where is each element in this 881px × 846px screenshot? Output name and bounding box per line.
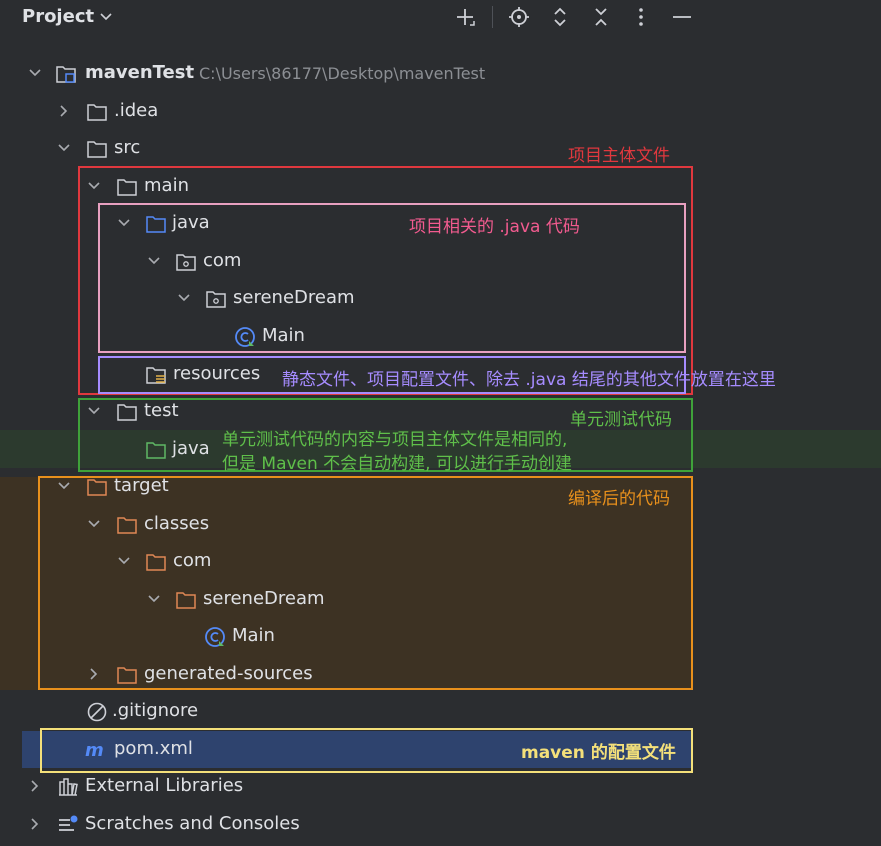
tree-label: .gitignore	[112, 700, 199, 721]
tree-label: src	[114, 137, 141, 158]
java-code-annotation-box	[98, 203, 686, 353]
tree-row-src[interactable]: src	[0, 130, 881, 167]
tree-label: .idea	[114, 100, 159, 121]
tree-row-external-libraries[interactable]: External Libraries	[0, 768, 881, 805]
unit-test-annotation: 单元测试代码	[570, 410, 672, 430]
add-icon[interactable]	[452, 4, 478, 30]
chevron-right-icon[interactable]	[27, 778, 43, 794]
chevron-right-icon[interactable]	[27, 816, 43, 832]
tree-row-scratches[interactable]: Scratches and Consoles	[0, 806, 881, 843]
main-body-annotation: 项目主体文件	[568, 146, 670, 166]
more-options-icon[interactable]	[628, 4, 654, 30]
chevron-down-icon[interactable]	[98, 8, 114, 24]
libraries-icon	[59, 778, 78, 796]
maven-config-annotation: maven 的配置文件	[521, 743, 676, 763]
tree-label: mavenTest	[85, 62, 195, 83]
scratches-icon	[59, 815, 78, 831]
chevron-down-icon[interactable]	[27, 65, 43, 81]
folder-icon	[87, 141, 107, 158]
project-tool-window-header: Project	[0, 0, 881, 36]
project-path: C:\Users\86177\Desktop\mavenTest	[199, 64, 486, 83]
java-code-annotation: 项目相关的 .java 代码	[409, 217, 580, 237]
locate-icon[interactable]	[506, 4, 532, 30]
chevron-right-icon[interactable]	[56, 103, 72, 119]
expand-collapse-icon[interactable]	[547, 4, 573, 30]
tree-label: External Libraries	[85, 775, 244, 796]
toolbar-separator	[492, 6, 493, 28]
ignore-file-icon	[87, 702, 107, 722]
collapse-all-icon[interactable]	[588, 4, 614, 30]
unit-test-note-line2: 但是 Maven 不会自动构建, 可以进行手动创建	[222, 454, 572, 474]
project-folder-icon	[56, 66, 76, 83]
chevron-down-icon[interactable]	[56, 140, 72, 156]
tool-window-title[interactable]: Project	[22, 6, 94, 27]
unit-test-note-line1: 单元测试代码的内容与项目主体文件是相同的,	[222, 430, 568, 450]
minimize-icon[interactable]	[669, 4, 695, 30]
tree-label: Scratches and Consoles	[85, 813, 300, 834]
tree-row-gitignore[interactable]: .gitignore	[0, 693, 881, 730]
resources-annotation: 静态文件、项目配置文件、除去 .java 结尾的其他文件放置在这里	[282, 370, 776, 390]
compiled-annotation: 编译后的代码	[568, 489, 670, 509]
tree-row-idea[interactable]: .idea	[0, 93, 881, 130]
folder-icon	[87, 104, 107, 121]
tree-row-maventest[interactable]: mavenTest C:\Users\86177\Desktop\mavenTe…	[0, 55, 881, 92]
